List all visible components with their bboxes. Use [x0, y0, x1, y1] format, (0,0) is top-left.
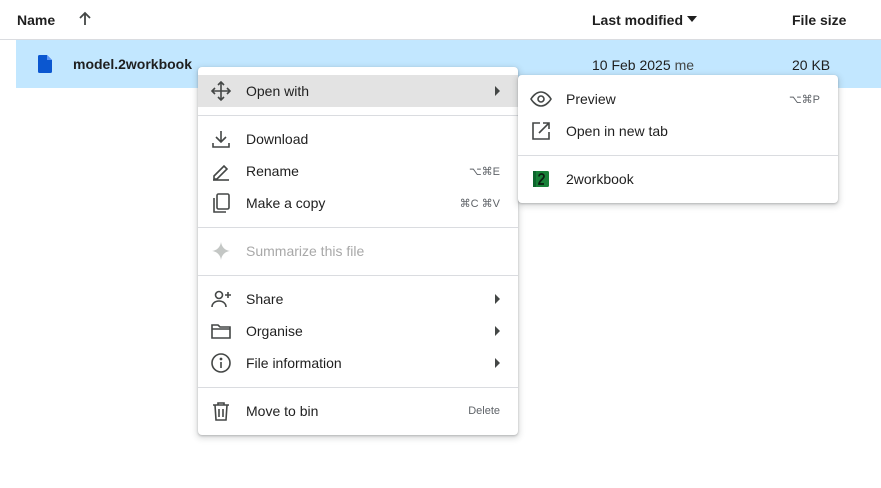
sort-ascending-icon[interactable]	[76, 10, 94, 28]
menu-item-label: Share	[246, 291, 284, 307]
menu-item-download[interactable]: Download	[198, 123, 518, 155]
menu-item-summarize: Summarize this file	[198, 235, 518, 267]
trash-icon	[210, 400, 232, 422]
last-modified-column-header[interactable]: Last modified	[592, 12, 683, 28]
name-column-header[interactable]: Name	[17, 12, 55, 28]
2workbook-app-icon	[530, 168, 552, 190]
menu-item-label: Rename	[246, 163, 299, 179]
menu-item-label: File information	[246, 355, 342, 371]
menu-item-file-information[interactable]: File information	[198, 347, 518, 379]
copy-icon	[210, 192, 232, 214]
person-add-icon	[210, 288, 232, 310]
file-size: 20 KB	[792, 57, 831, 73]
menu-item-label: Open with	[246, 83, 310, 99]
menu-item-label: Make a copy	[246, 195, 326, 211]
menu-item-open-with[interactable]: Open with	[198, 75, 518, 107]
menu-divider	[198, 115, 518, 116]
menu-item-rename[interactable]: Rename ⌥⌘E	[198, 155, 518, 187]
menu-item-move-to-bin[interactable]: Move to bin Delete	[198, 395, 518, 427]
file-modified: 10 Feb 2025 me	[592, 57, 694, 73]
file-modified-date: 10 Feb 2025	[592, 57, 671, 73]
menu-item-label: Open in new tab	[566, 123, 668, 139]
menu-item-label: Download	[246, 131, 309, 147]
menu-item-make-a-copy[interactable]: Make a copy ⌘C ⌘V	[198, 187, 518, 219]
submenu-arrow-icon	[495, 294, 500, 304]
caret-down-icon[interactable]	[686, 13, 698, 25]
context-menu: Open with Download Rename ⌥⌘E Make a cop…	[198, 67, 518, 435]
open-new-tab-icon	[530, 120, 552, 142]
document-icon	[38, 55, 52, 73]
menu-item-share[interactable]: Share	[198, 283, 518, 315]
menu-item-label: Summarize this file	[246, 243, 365, 259]
keyboard-shortcut: Delete	[468, 405, 500, 417]
menu-divider	[518, 155, 838, 156]
menu-item-organise[interactable]: Organise	[198, 315, 518, 347]
keyboard-shortcut: ⌥⌘P	[788, 94, 820, 106]
download-icon	[210, 128, 232, 150]
keyboard-shortcut: ⌘C ⌘V	[459, 198, 500, 210]
menu-item-label: Move to bin	[246, 403, 319, 419]
open-with-submenu: Preview ⌥⌘P Open in new tab 2workbook	[518, 75, 838, 203]
sparkle-icon	[210, 240, 232, 262]
folder-icon	[210, 320, 232, 342]
menu-item-label: Organise	[246, 323, 303, 339]
file-name[interactable]: model.2workbook	[73, 56, 192, 72]
menu-item-label: Preview	[566, 91, 616, 107]
menu-divider	[198, 387, 518, 388]
file-list-header: Name Last modified File size	[0, 0, 881, 40]
info-icon	[210, 352, 232, 374]
submenu-item-open-in-new-tab[interactable]: Open in new tab	[518, 115, 838, 147]
menu-divider	[198, 227, 518, 228]
submenu-arrow-icon	[495, 326, 500, 336]
pencil-icon	[210, 160, 232, 182]
menu-divider	[198, 275, 518, 276]
submenu-item-preview[interactable]: Preview ⌥⌘P	[518, 83, 838, 115]
eye-icon	[530, 88, 552, 110]
submenu-arrow-icon	[495, 358, 500, 368]
file-size-column-header[interactable]: File size	[792, 12, 846, 28]
menu-item-label: 2workbook	[566, 171, 634, 187]
keyboard-shortcut: ⌥⌘E	[468, 166, 500, 178]
move-arrows-icon	[210, 80, 232, 102]
submenu-item-2workbook[interactable]: 2workbook	[518, 163, 838, 195]
submenu-arrow-icon	[495, 86, 500, 96]
file-modified-by: me	[674, 57, 695, 73]
